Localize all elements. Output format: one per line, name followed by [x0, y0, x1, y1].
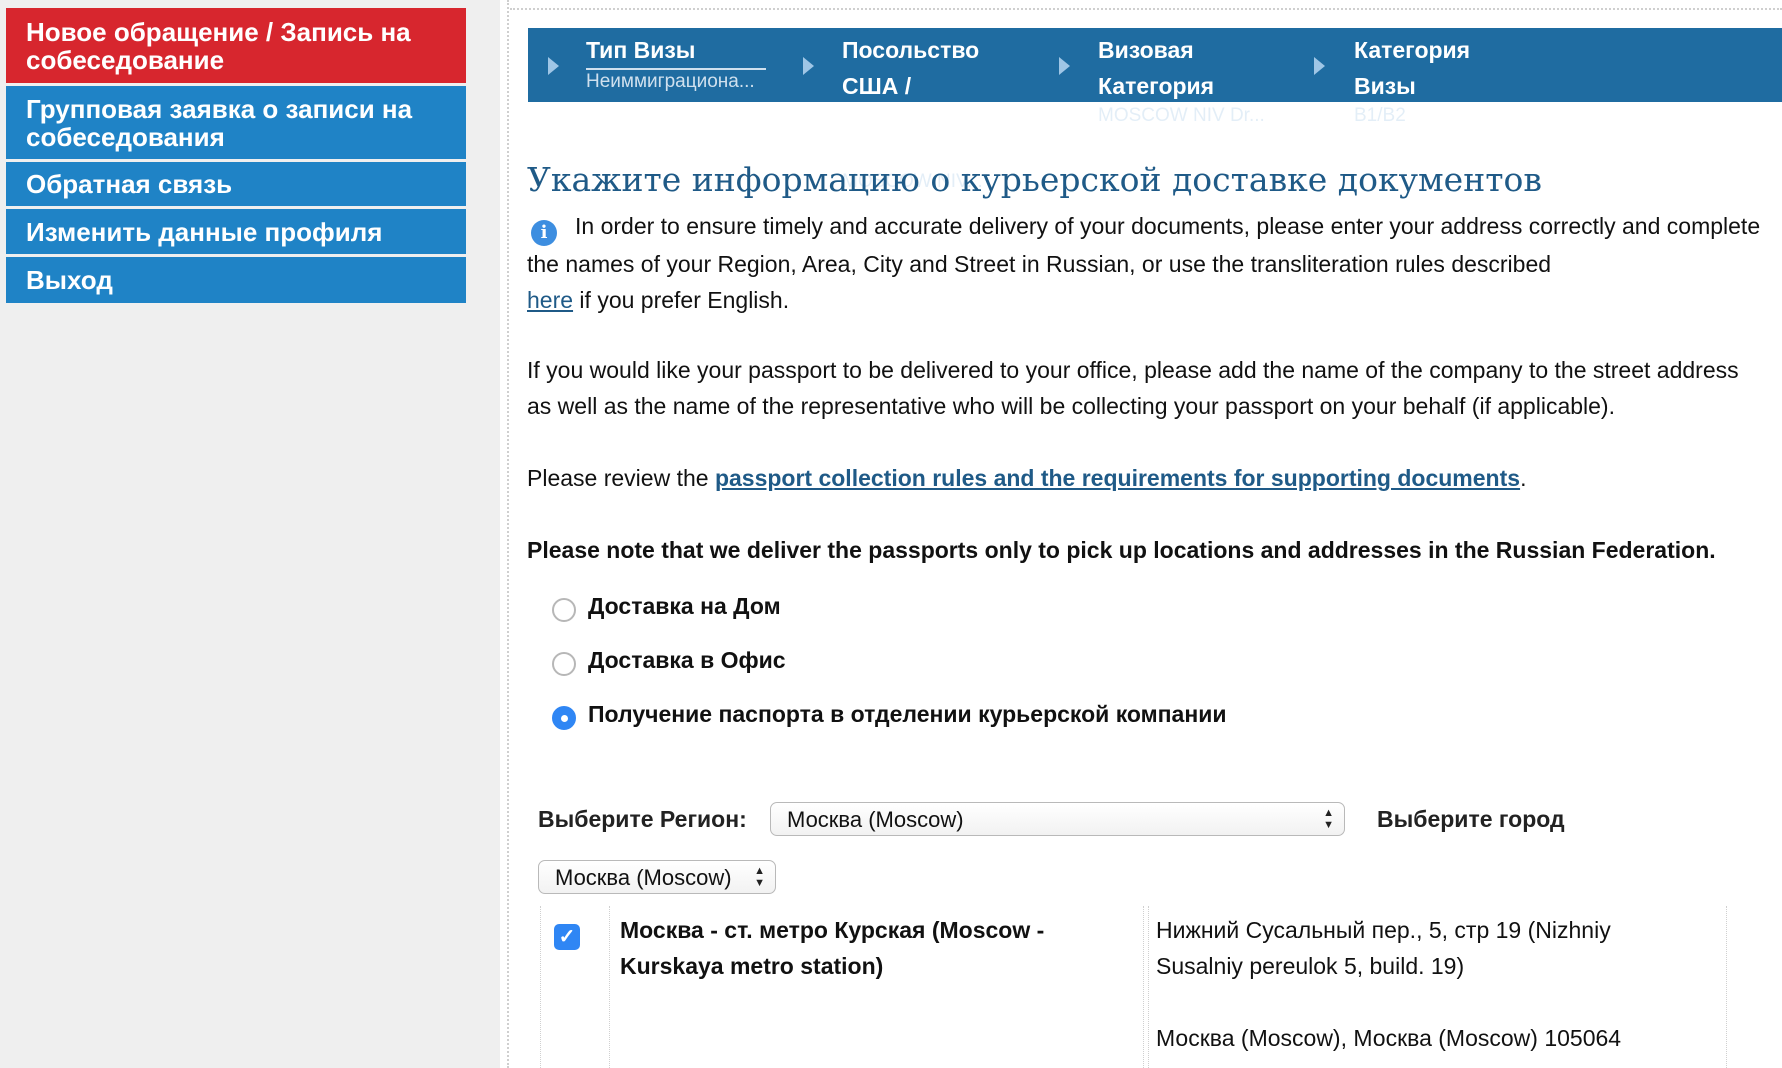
- office-name: Москва - ст. метро Курская (Moscow - Kur…: [620, 917, 1045, 979]
- top-divider: [510, 8, 1782, 10]
- step-subtitle: Неиммиграциона...: [586, 71, 755, 92]
- region-label: Выберите Регион:: [538, 806, 747, 832]
- radio-label: Доставка на Дом: [588, 592, 781, 619]
- table-divider: [609, 906, 610, 1068]
- step-title: Визовая Категория: [1098, 37, 1215, 99]
- passport-rules-link[interactable]: passport collection rules and the requir…: [715, 465, 1520, 491]
- radio-courier-pickup[interactable]: Получение паспорта в отделении курьерско…: [552, 698, 1227, 730]
- step-title: Посольство США / Консульский отдел: [842, 37, 991, 171]
- progress-steps-bar: Тип Визы Неиммиграциона... Посольство СШ…: [528, 28, 1782, 192]
- check-icon: ✓: [558, 926, 576, 948]
- step-title: Тип Визы: [586, 32, 766, 70]
- info-text: In order to ensure timely and accurate d…: [527, 213, 1761, 277]
- select-arrows-icon: ▲ ▼: [754, 865, 765, 889]
- step-visa-category[interactable]: Визовая Категория MOSCOW NIV Dr...: [1098, 28, 1278, 128]
- info-icon: i: [531, 220, 557, 246]
- sidebar-item-label: Групповая заявка о записи на собеседован…: [26, 93, 413, 152]
- step-title: Категория Визы: [1354, 37, 1471, 99]
- city-select[interactable]: Москва (Moscow) ▲ ▼: [538, 860, 776, 894]
- office-note: If you would like your passport to be de…: [527, 357, 1739, 419]
- sidebar-item-label: Изменить данные профиля: [26, 216, 383, 247]
- table-divider: [1726, 906, 1727, 1068]
- radio-home-delivery[interactable]: Доставка на Дом: [552, 590, 781, 622]
- sidebar: Новое обращение / Запись на собеседовани…: [0, 0, 500, 1068]
- sidebar-item-group-request[interactable]: Групповая заявка о записи на собеседован…: [6, 86, 466, 159]
- table-divider: [540, 906, 541, 1068]
- content-divider: [507, 0, 509, 1068]
- office-city: Москва (Moscow), Москва (Moscow) 105064: [1156, 1025, 1622, 1051]
- table-divider: [1143, 906, 1144, 1068]
- office-address: Нижний Сусальный пер., 5, стр 19 (Nizhni…: [1156, 917, 1611, 979]
- page-title: Укажите информацию о курьерской доставке…: [527, 160, 1542, 199]
- sidebar-item-feedback[interactable]: Обратная связь: [6, 162, 466, 206]
- radio-button[interactable]: [552, 652, 576, 676]
- sidebar-item-label: Новое обращение / Запись на собеседовани…: [26, 16, 411, 75]
- radio-label: Доставка в Офис: [588, 646, 786, 673]
- city-label: Выберите город: [1377, 806, 1565, 832]
- radio-office-delivery[interactable]: Доставка в Офис: [552, 644, 786, 676]
- info-paragraph: i In order to ensure timely and accurate …: [527, 208, 1767, 318]
- sidebar-item-edit-profile[interactable]: Изменить данные профиля: [6, 209, 466, 254]
- info-text-tail: if you prefer English.: [573, 287, 790, 313]
- sidebar-item-new-appointment[interactable]: Новое обращение / Запись на собеседовани…: [6, 8, 466, 83]
- radio-button-checked[interactable]: [552, 706, 576, 730]
- city-select-value: Москва (Moscow): [555, 865, 732, 890]
- step-arrow-icon: [1314, 57, 1325, 75]
- sidebar-item-logout[interactable]: Выход: [6, 257, 466, 303]
- radio-button[interactable]: [552, 598, 576, 622]
- sidebar-item-label: Обратная связь: [26, 169, 233, 199]
- step-arrow-icon: [803, 57, 814, 75]
- sidebar-item-label: Выход: [26, 265, 113, 295]
- region-select-value: Москва (Moscow): [787, 807, 964, 832]
- step-arrow-icon: [548, 57, 559, 75]
- review-suffix: .: [1520, 465, 1527, 491]
- review-paragraph: Please review the passport collection ru…: [527, 460, 1767, 496]
- radio-label: Получение паспорта в отделении курьерско…: [588, 700, 1227, 727]
- step-arrow-icon: [1059, 57, 1070, 75]
- table-divider: [1148, 906, 1149, 1068]
- step-visa-class[interactable]: Категория Визы B1/B2: [1354, 28, 1514, 128]
- review-prefix: Please review the: [527, 465, 715, 491]
- step-subtitle: B1/B2: [1354, 105, 1406, 126]
- transliteration-link[interactable]: here: [527, 287, 573, 313]
- step-subtitle: MOSCOW NIV Dr...: [1098, 105, 1265, 126]
- step-visa-type[interactable]: Тип Визы Неиммиграциона...: [586, 28, 796, 94]
- select-arrows-icon: ▲ ▼: [1323, 807, 1334, 831]
- office-checkbox[interactable]: ✓: [554, 924, 580, 950]
- delivery-note: Please note that we deliver the passport…: [527, 537, 1716, 563]
- region-select[interactable]: Москва (Moscow) ▲ ▼: [770, 802, 1345, 836]
